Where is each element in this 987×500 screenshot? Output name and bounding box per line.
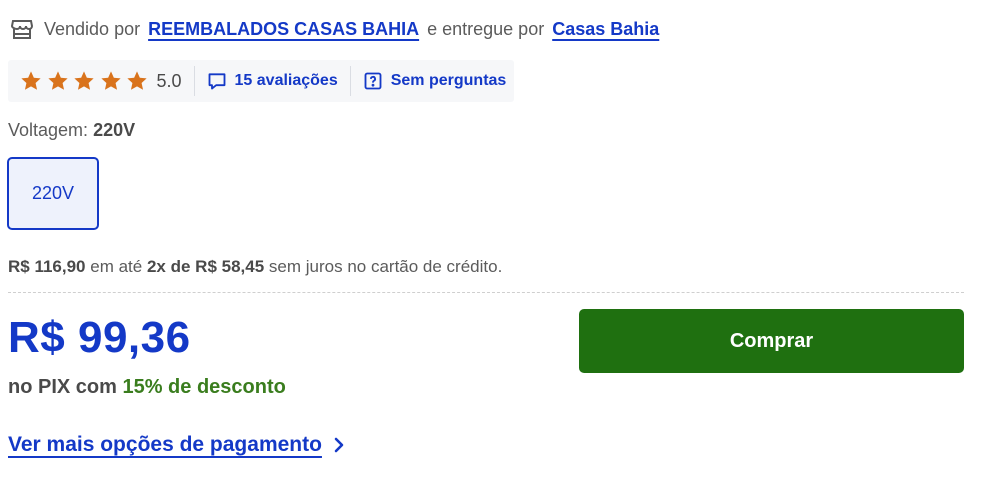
delivery-prefix: e entregue por <box>427 18 545 39</box>
installment-text-1: em até <box>90 257 143 276</box>
rating-value: 5.0 <box>156 70 182 91</box>
questions-label: Sem perguntas <box>390 72 507 89</box>
star-icon <box>100 70 122 92</box>
installment-info: R$ 116,90 em até 2x de R$ 58,45 sem juro… <box>8 257 502 277</box>
store-icon <box>10 17 34 41</box>
seller-info: Vendido por REEMBALADOS CASAS BAHIA e en… <box>10 14 667 44</box>
pix-prefix: no PIX com <box>8 376 117 398</box>
reviews-label: 15 avaliações <box>234 72 338 89</box>
more-payment-label: Ver mais opções de pagamento <box>8 433 322 456</box>
voltage-label-text: Voltagem: <box>8 120 89 140</box>
pix-discount: 15% de desconto <box>122 376 286 398</box>
divider <box>193 66 195 96</box>
voltage-option-220v[interactable]: 220V <box>7 157 99 230</box>
star-rating <box>20 70 153 92</box>
more-payment-options-link[interactable]: Ver mais opções de pagamento <box>8 433 346 457</box>
installment-plan: 2x de R$ 58,45 <box>146 257 265 276</box>
questions-link[interactable]: Sem perguntas <box>363 71 507 91</box>
installment-text-2: sem juros no cartão de crédito. <box>268 257 503 276</box>
reviews-link[interactable]: 15 avaliações <box>207 71 338 91</box>
voltage-selected: 220V <box>93 120 136 140</box>
rating-bar: 5.0 15 avaliações Sem perguntas <box>8 60 514 102</box>
star-icon <box>20 70 42 92</box>
buy-button[interactable]: Comprar <box>579 309 964 373</box>
divider <box>349 66 351 96</box>
dashed-divider <box>8 292 964 293</box>
star-icon <box>47 70 69 92</box>
voltage-label: Voltagem: 220V <box>8 120 135 141</box>
pix-price: R$ 99,36 <box>8 313 191 362</box>
pix-discount-info: no PIX com 15% de desconto <box>8 376 286 399</box>
delivery-link[interactable]: Casas Bahia <box>552 19 659 40</box>
seller-link[interactable]: REEMBALADOS CASAS BAHIA <box>148 19 419 40</box>
comment-icon <box>207 71 227 91</box>
chevron-right-icon <box>332 435 346 455</box>
question-icon <box>363 71 383 91</box>
seller-prefix: Vendido por <box>44 18 141 39</box>
star-icon <box>73 70 95 92</box>
full-price: R$ 116,90 <box>8 257 86 276</box>
star-icon <box>126 70 148 92</box>
